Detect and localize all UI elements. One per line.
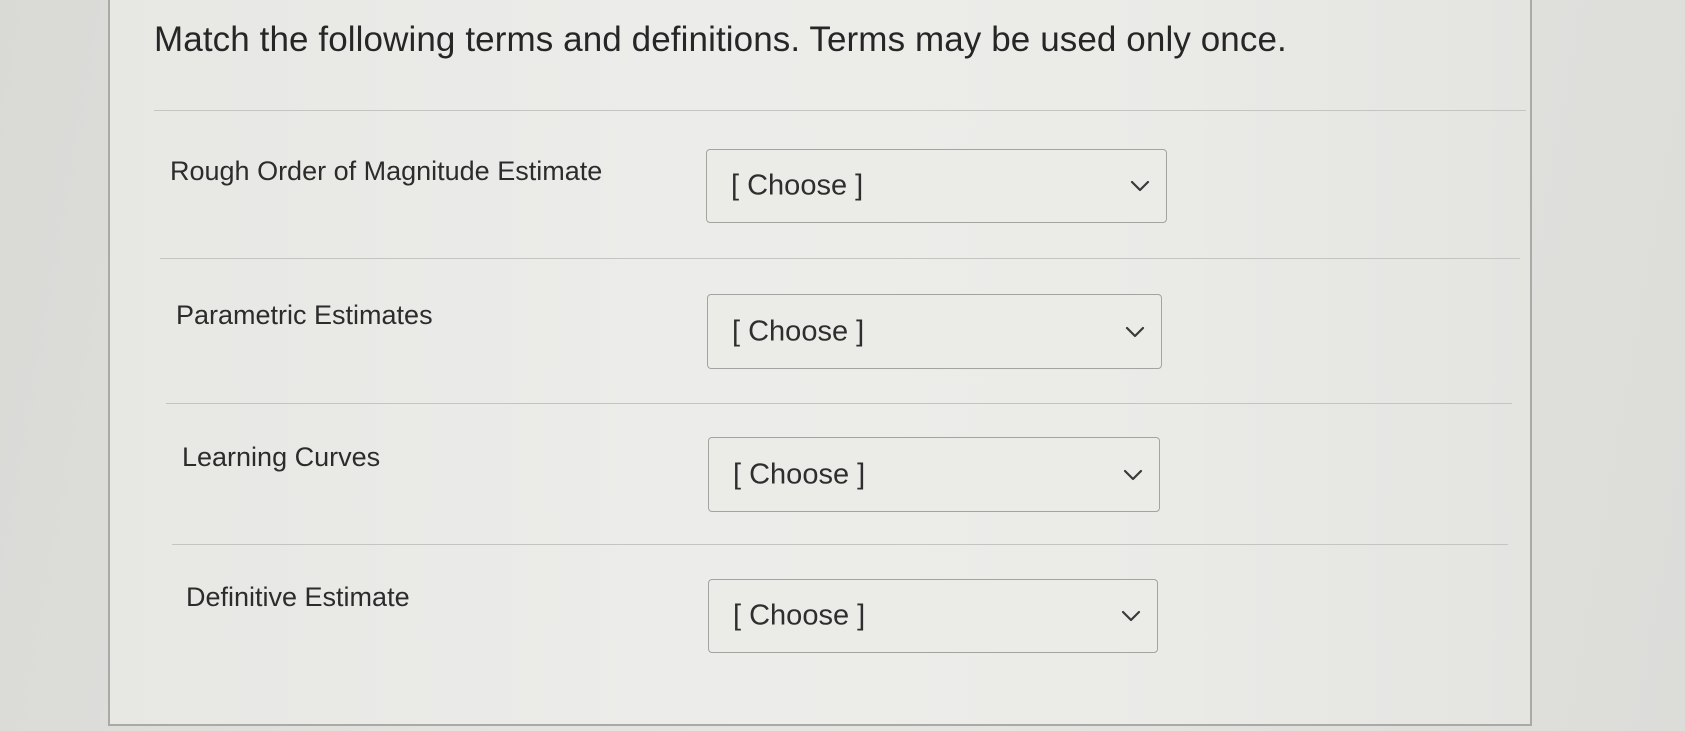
question-panel: Match the following terms and definition…	[108, 0, 1532, 726]
chevron-down-icon	[1123, 469, 1143, 480]
chevron-down-icon	[1125, 326, 1145, 337]
question-prompt: Match the following terms and definition…	[154, 20, 1287, 59]
term-label: Parametric Estimates	[176, 300, 433, 330]
answer-dropdown[interactable]: [ Choose ]	[706, 149, 1167, 223]
answer-dropdown[interactable]: [ Choose ]	[708, 437, 1160, 512]
divider	[154, 110, 1526, 111]
term-label: Rough Order of Magnitude Estimate	[170, 156, 603, 186]
dropdown-selected-value: [ Choose ]	[731, 169, 864, 202]
divider	[160, 258, 1520, 259]
chevron-down-icon	[1121, 610, 1141, 622]
divider	[172, 544, 1508, 545]
chevron-down-icon	[1130, 180, 1150, 192]
dropdown-selected-value: [ Choose ]	[733, 599, 866, 632]
dropdown-selected-value: [ Choose ]	[733, 458, 866, 490]
term-label: Definitive Estimate	[186, 582, 410, 612]
answer-dropdown[interactable]: [ Choose ]	[708, 579, 1158, 653]
dropdown-selected-value: [ Choose ]	[732, 315, 865, 347]
answer-dropdown[interactable]: [ Choose ]	[707, 294, 1162, 369]
divider	[166, 403, 1512, 404]
term-label: Learning Curves	[182, 442, 381, 472]
